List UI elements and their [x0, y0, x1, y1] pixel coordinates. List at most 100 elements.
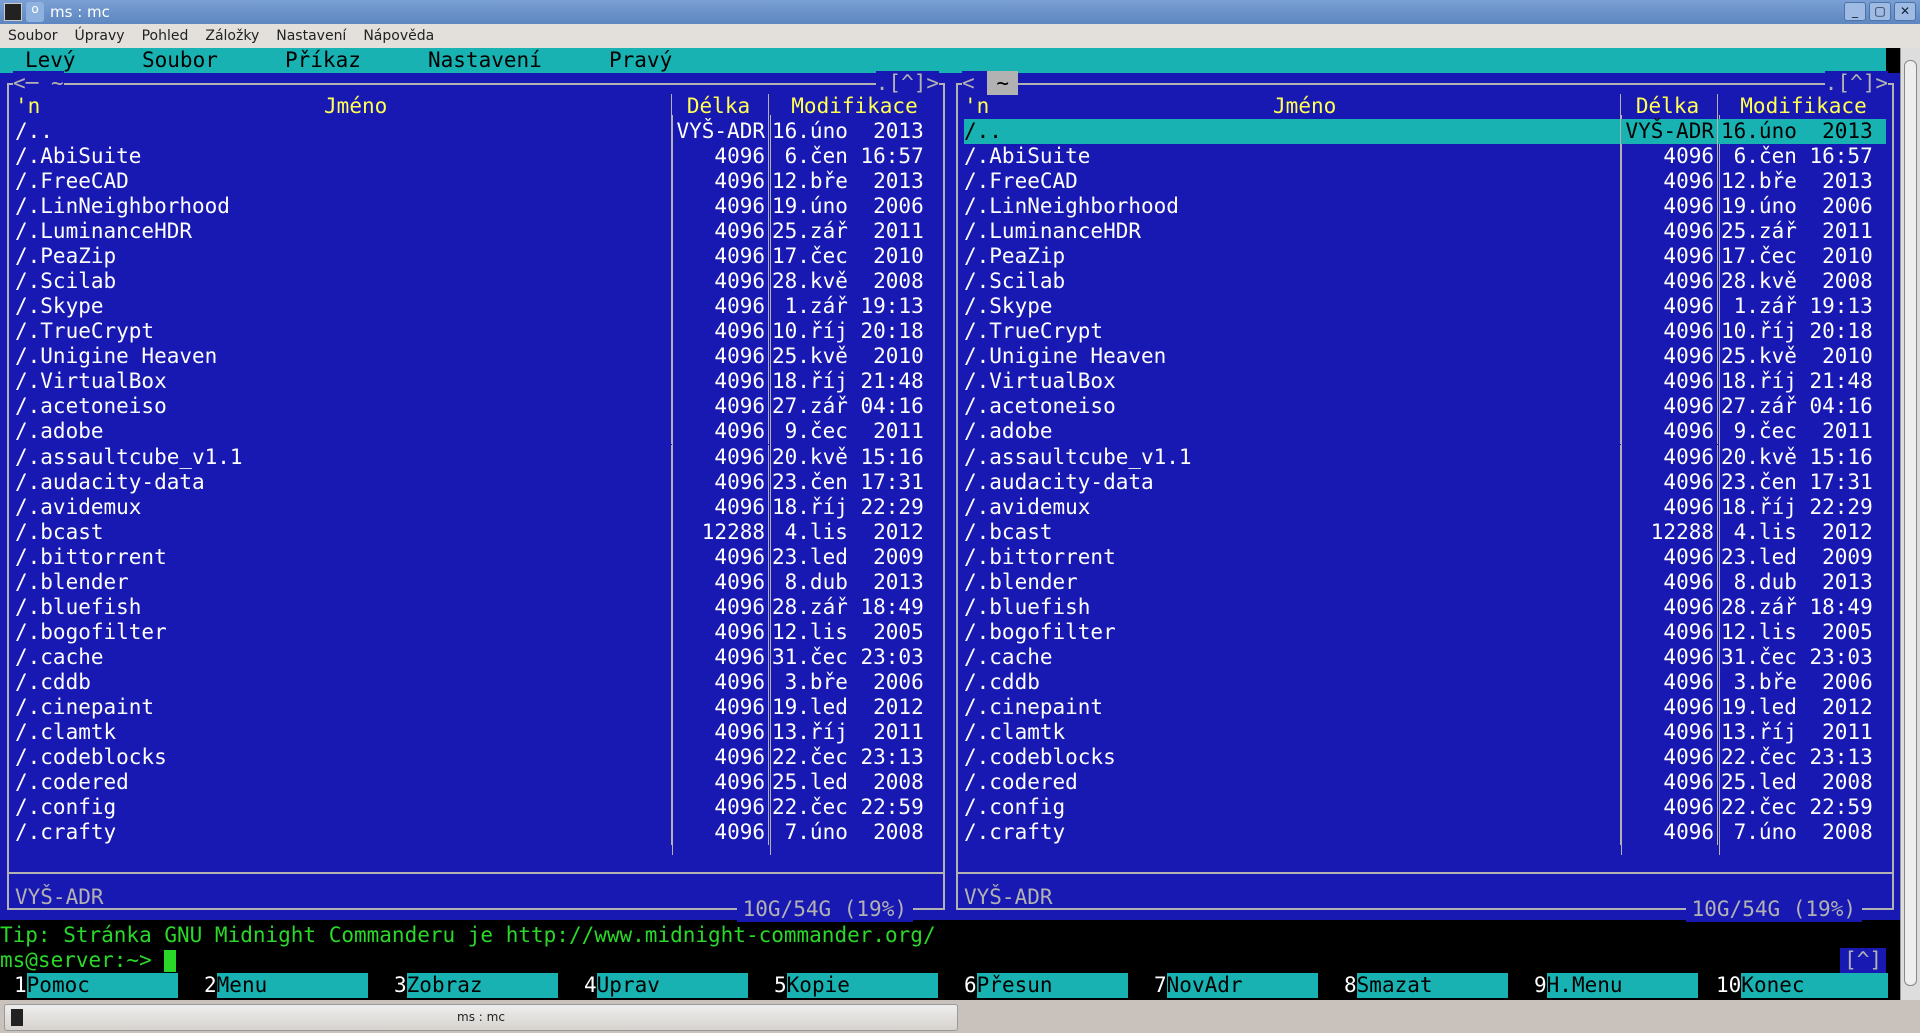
file-row[interactable]: /.cinepaint 4096 19.led 2012 [964, 694, 1886, 720]
file-row[interactable]: /.assaultcube_v1.1 4096 20.kvě 15:16 [15, 444, 937, 470]
file-row[interactable]: /.bluefish 4096 28.zář 18:49 [964, 594, 1886, 620]
menu-soubor[interactable]: Soubor [8, 28, 58, 44]
file-row[interactable]: /.clamtk 4096 13.říj 2011 [15, 719, 937, 745]
file-row[interactable]: /.TrueCrypt 4096 10.říj 20:18 [964, 319, 1886, 345]
right-panel-back[interactable]: < [962, 71, 975, 95]
column-size[interactable]: Délka [1620, 94, 1718, 119]
fkey-3[interactable]: 3 Zobraz [380, 973, 570, 998]
file-row[interactable]: /.bogofilter 4096 12.lis 2005 [15, 619, 937, 645]
mc-menu-levy[interactable]: Levý [25, 48, 142, 73]
command-line[interactable]: ms@server:~> [0, 948, 177, 973]
menu-zalozky[interactable]: Záložky [205, 28, 259, 44]
file-row[interactable]: /.bcast 12288 4.lis 2012 [964, 519, 1886, 545]
file-row[interactable]: /.config 4096 22.čec 22:59 [964, 795, 1886, 821]
column-name[interactable]: Jméno [1273, 94, 1336, 119]
file-row[interactable]: /.LuminanceHDR 4096 25.zář 2011 [964, 219, 1886, 245]
file-row[interactable]: /.crafty 4096 7.úno 2008 [964, 820, 1886, 846]
fkey-7[interactable]: 7 NovAdr [1140, 973, 1330, 998]
left-panel[interactable]: <─ ~ .[^]> 'n Jméno Délka Modifikace VYŠ-ADR… [7, 71, 945, 922]
column-size[interactable]: Délka [671, 94, 769, 119]
file-row[interactable]: /.. VYŠ-ADR 16.úno 2013 [15, 119, 937, 144]
fkey-6[interactable]: 6 Přesun [950, 973, 1140, 998]
mc-menu-nastaveni[interactable]: Nastavení [428, 48, 609, 73]
file-row[interactable]: /.LinNeighborhood 4096 19.úno 2006 [964, 194, 1886, 220]
file-row[interactable]: /.VirtualBox 4096 18.říj 21:48 [964, 369, 1886, 395]
file-row[interactable]: /.Skype 4096 1.zář 19:13 [15, 294, 937, 320]
fkey-2[interactable]: 2 Menu [190, 973, 380, 998]
file-row[interactable]: /.. VYŠ-ADR 16.úno 2013 [964, 119, 1886, 144]
right-panel[interactable]: < ~ .[^]> 'n Jméno Délka Modifikace VYŠ-ADR … [956, 71, 1894, 922]
file-row[interactable]: /.codered 4096 25.led 2008 [964, 770, 1886, 796]
taskbar-item[interactable]: ms : mc [4, 1004, 958, 1031]
maximize-button[interactable]: ▢ [1869, 2, 1891, 21]
file-row[interactable]: /.cddb 4096 3.bře 2006 [15, 669, 937, 695]
file-row[interactable]: /.Skype 4096 1.zář 19:13 [964, 294, 1886, 320]
scrollbar-thumb[interactable] [1904, 60, 1917, 986]
file-row[interactable]: /.bittorrent 4096 23.led 2009 [964, 544, 1886, 570]
fkey-10[interactable]: 10 Konec [1710, 973, 1900, 998]
right-panel-history[interactable]: .[^]> [1824, 71, 1888, 96]
mc-menu-prikaz[interactable]: Příkaz [285, 48, 428, 73]
file-row[interactable]: /.Unigine Heaven 4096 25.kvě 2010 [15, 344, 937, 370]
file-row[interactable]: /.VirtualBox 4096 18.říj 21:48 [15, 369, 937, 395]
column-name[interactable]: Jméno [324, 94, 387, 119]
column-modified[interactable]: Modifikace [1718, 94, 1886, 119]
sort-indicator[interactable]: 'n [964, 94, 989, 119]
file-row[interactable]: /.Scilab 4096 28.kvě 2008 [15, 269, 937, 295]
file-row[interactable]: /.codeblocks 4096 22.čec 23:13 [964, 745, 1886, 770]
file-row[interactable]: /.codered 4096 25.led 2008 [15, 770, 937, 796]
file-row[interactable]: /.cddb 4096 3.bře 2006 [964, 669, 1886, 695]
file-row[interactable]: /.AbiSuite 4096 6.čen 16:57 [964, 144, 1886, 170]
file-row[interactable]: /.audacity-data 4096 23.čen 17:31 [964, 469, 1886, 495]
file-row[interactable]: /.bluefish 4096 28.zář 18:49 [15, 594, 937, 620]
file-row[interactable]: /.clamtk 4096 13.říj 2011 [964, 719, 1886, 745]
file-row[interactable]: /.audacity-data 4096 23.čen 17:31 [15, 469, 937, 495]
file-row[interactable]: /.bittorrent 4096 23.led 2009 [15, 544, 937, 570]
file-row[interactable]: /.adobe 4096 9.čec 2011 [15, 419, 937, 445]
file-row[interactable]: /.PeaZip 4096 17.čec 2010 [964, 244, 1886, 270]
menu-nastaveni[interactable]: Nastavení [276, 28, 346, 44]
file-row[interactable]: /.bcast 12288 4.lis 2012 [15, 519, 937, 545]
file-row[interactable]: /.Scilab 4096 28.kvě 2008 [964, 269, 1886, 295]
file-row[interactable]: /.codeblocks 4096 22.čec 23:13 [15, 745, 937, 770]
column-modified[interactable]: Modifikace [769, 94, 937, 119]
menu-upravy[interactable]: Úpravy [75, 28, 125, 44]
file-row[interactable]: /.cinepaint 4096 19.led 2012 [15, 694, 937, 720]
fkey-9[interactable]: 9 H.Menu [1520, 973, 1710, 998]
fkey-4[interactable]: 4 Uprav [570, 973, 760, 998]
file-row[interactable]: /.FreeCAD 4096 12.bře 2013 [15, 169, 937, 195]
file-row[interactable]: /.Unigine Heaven 4096 25.kvě 2010 [964, 344, 1886, 370]
file-row[interactable]: /.blender 4096 8.dub 2013 [15, 569, 937, 595]
file-row[interactable]: /.config 4096 22.čec 22:59 [15, 795, 937, 821]
menu-napoveda[interactable]: Nápověda [363, 28, 434, 44]
mc-menu-soubor[interactable]: Soubor [142, 48, 285, 73]
file-row[interactable]: /.FreeCAD 4096 12.bře 2013 [964, 169, 1886, 195]
file-row[interactable]: /.bogofilter 4096 12.lis 2005 [964, 619, 1886, 645]
pin-button[interactable]: o [26, 2, 44, 22]
left-panel-back[interactable]: <─ [13, 71, 39, 95]
fkey-5[interactable]: 5 Kopie [760, 973, 950, 998]
fkey-1[interactable]: 1 Pomoc [0, 973, 190, 998]
fkey-8[interactable]: 8 Smazat [1330, 973, 1520, 998]
mc-menu-pravy[interactable]: Pravý [609, 48, 672, 73]
file-row[interactable]: /.cache 4096 31.čec 23:03 [15, 644, 937, 670]
file-row[interactable]: /.avidemux 4096 18.říj 22:29 [964, 494, 1886, 520]
file-row[interactable]: /.LinNeighborhood 4096 19.úno 2006 [15, 194, 937, 220]
file-row[interactable]: /.LuminanceHDR 4096 25.zář 2011 [15, 219, 937, 245]
file-row[interactable]: /.adobe 4096 9.čec 2011 [964, 419, 1886, 445]
history-button[interactable]: [^] [1840, 948, 1886, 973]
file-row[interactable]: /.crafty 4096 7.úno 2008 [15, 820, 937, 846]
file-row[interactable]: /.TrueCrypt 4096 10.říj 20:18 [15, 319, 937, 345]
menu-pohled[interactable]: Pohled [142, 28, 189, 44]
file-row[interactable]: /.PeaZip 4096 17.čec 2010 [15, 244, 937, 270]
minimize-button[interactable]: _ [1844, 2, 1866, 21]
file-row[interactable]: /.acetoneiso 4096 27.zář 04:16 [964, 394, 1886, 420]
file-row[interactable]: /.AbiSuite 4096 6.čen 16:57 [15, 144, 937, 170]
file-row[interactable]: /.blender 4096 8.dub 2013 [964, 569, 1886, 595]
left-panel-history[interactable]: .[^]> [875, 71, 939, 96]
terminal[interactable]: Levý Soubor Příkaz Nastavení Pravý <─ ~ .[^]>… [0, 48, 1900, 1000]
close-button[interactable]: ✕ [1894, 2, 1916, 21]
file-row[interactable]: /.avidemux 4096 18.říj 22:29 [15, 494, 937, 520]
sort-indicator[interactable]: 'n [15, 94, 40, 119]
file-row[interactable]: /.acetoneiso 4096 27.zář 04:16 [15, 394, 937, 420]
